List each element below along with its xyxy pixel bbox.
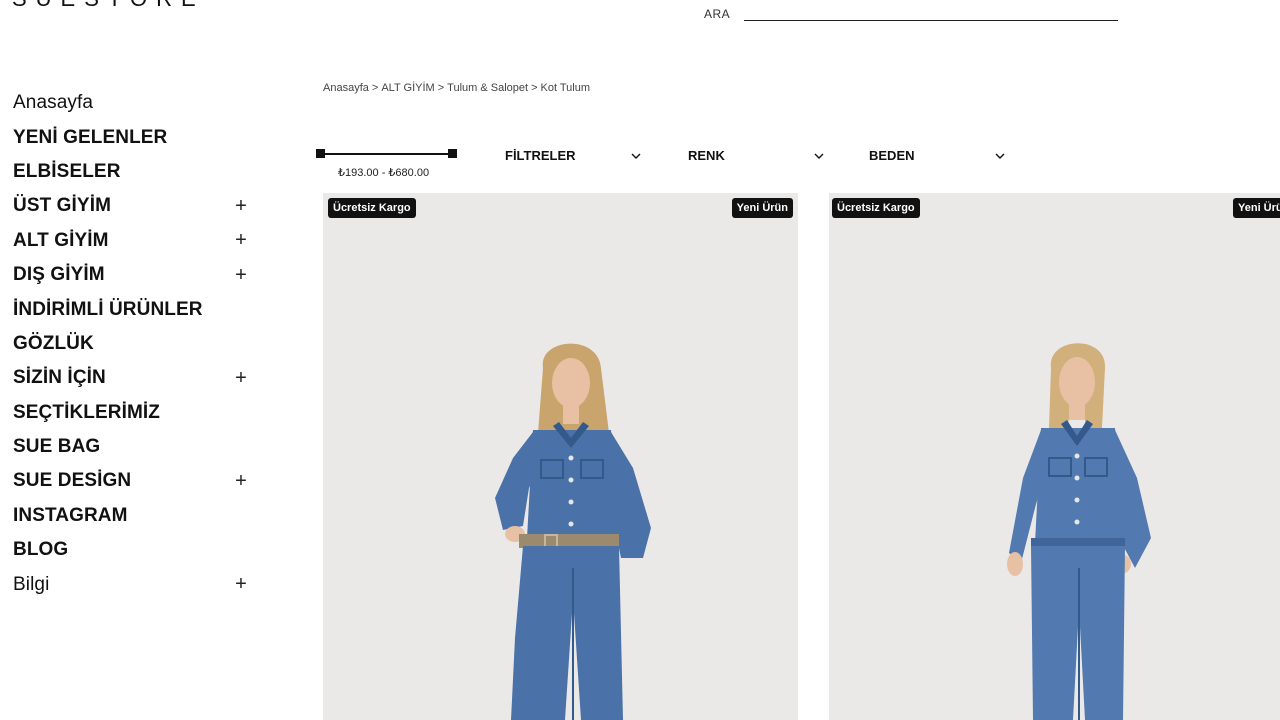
expand-plus-icon[interactable]: +	[233, 264, 249, 287]
new-product-badge: Yeni Ürün	[1233, 198, 1280, 218]
price-max-handle[interactable]	[448, 149, 457, 158]
filter-label: BEDEN	[869, 148, 915, 163]
expand-plus-icon[interactable]: +	[233, 573, 249, 596]
expand-plus-icon[interactable]: +	[233, 470, 249, 493]
sidebar-item-sue-bag[interactable]: SUE BAG	[13, 430, 253, 464]
sidebar-item-label: SEÇTİKLERİMİZ	[13, 401, 160, 423]
breadcrumb-separator: >	[437, 82, 445, 94]
sidebar-item-label: DIŞ GİYİM	[13, 264, 105, 286]
brand-logo[interactable]: SUESTORE	[12, 0, 205, 12]
sidebar-item-anasayfa[interactable]: Anasayfa	[13, 86, 253, 120]
expand-plus-icon[interactable]: +	[233, 367, 249, 390]
sidebar-item-label: ELBİSELER	[13, 160, 121, 182]
sidebar-item-label: İNDİRİMLİ ÜRÜNLER	[13, 298, 203, 320]
breadcrumb-link-tulum-salopet[interactable]: Tulum & Salopet	[447, 82, 528, 94]
product-card[interactable]: Ücretsiz Kargo Yeni Ürün	[323, 193, 798, 720]
sidebar-item-label: Bilgi	[13, 573, 50, 595]
price-range-text: ₺193.00 - ₺680.00	[338, 167, 430, 179]
filter-dropdown-filtreler[interactable]: FİLTRELER	[505, 148, 641, 163]
sidebar-item-indirimli-urunler[interactable]: İNDİRİMLİ ÜRÜNLER	[13, 292, 253, 326]
price-range-slider: ₺193.00 - ₺680.00	[314, 146, 459, 182]
sidebar-item-bilgi[interactable]: Bilgi +	[13, 567, 253, 601]
free-shipping-badge: Ücretsiz Kargo	[328, 198, 416, 218]
breadcrumb-separator: >	[371, 82, 379, 94]
sidebar-item-sue-design[interactable]: SUE DESİGN +	[13, 464, 253, 498]
search-input[interactable]	[744, 9, 1119, 21]
sidebar-item-label: BLOG	[13, 539, 69, 561]
price-min-handle[interactable]	[316, 149, 325, 158]
sidebar-item-yeni-gelenler[interactable]: YENİ GELENLER	[13, 120, 253, 154]
sidebar-item-label: YENİ GELENLER	[13, 126, 168, 148]
search-bar: ARA	[704, 7, 1119, 21]
search-label: ARA	[704, 7, 731, 21]
chevron-down-icon	[814, 153, 824, 159]
product-photo-model	[1007, 343, 1151, 720]
sidebar-item-ust-giyim[interactable]: ÜST GİYİM +	[13, 189, 253, 223]
filter-label: FİLTRELER	[505, 148, 576, 163]
sidebar-item-alt-giyim[interactable]: ALT GİYİM +	[13, 224, 253, 258]
sidebar-item-label: ALT GİYİM	[13, 229, 109, 251]
sidebar-nav: Anasayfa YENİ GELENLER ELBİSELER ÜST GİY…	[13, 86, 253, 602]
sidebar-item-blog[interactable]: BLOG	[13, 533, 253, 567]
sidebar-item-label: SİZİN İÇİN	[13, 367, 106, 389]
sidebar-item-gozluk[interactable]: GÖZLÜK	[13, 327, 253, 361]
filter-dropdown-beden[interactable]: BEDEN	[869, 148, 1005, 163]
expand-plus-icon[interactable]: +	[233, 195, 249, 218]
sidebar-item-dis-giyim[interactable]: DIŞ GİYİM +	[13, 258, 253, 292]
sidebar-item-sizin-icin[interactable]: SİZİN İÇİN +	[13, 361, 253, 395]
sidebar-item-label: SUE BAG	[13, 436, 101, 458]
sidebar-item-instagram[interactable]: INSTAGRAM	[13, 499, 253, 533]
filter-label: RENK	[688, 148, 725, 163]
free-shipping-badge: Ücretsiz Kargo	[832, 198, 920, 218]
breadcrumb-separator: >	[531, 82, 538, 94]
sidebar-item-label: Anasayfa	[13, 92, 94, 114]
chevron-down-icon	[995, 153, 1005, 159]
chevron-down-icon	[631, 153, 641, 159]
sidebar-item-label: INSTAGRAM	[13, 504, 128, 526]
breadcrumb-link-anasayfa[interactable]: Anasayfa	[323, 82, 369, 94]
filter-dropdown-renk[interactable]: RENK	[688, 148, 824, 163]
new-product-badge: Yeni Ürün	[731, 198, 793, 218]
expand-plus-icon[interactable]: +	[233, 229, 249, 252]
sidebar-item-label: GÖZLÜK	[13, 332, 94, 354]
product-card[interactable]: Ücretsiz Kargo Yeni Ürün	[829, 193, 1280, 720]
sidebar-item-elbiseler[interactable]: ELBİSELER	[13, 155, 253, 189]
product-photo-model	[495, 343, 651, 720]
sidebar-item-sectiklerimiz[interactable]: SEÇTİKLERİMİZ	[13, 396, 253, 430]
breadcrumb: Anasayfa > ALT GİYİM > Tulum & Salopet > Kot T…	[323, 82, 590, 94]
breadcrumb-link-alt-giyim[interactable]: ALT GİYİM	[381, 82, 434, 94]
breadcrumb-current: Kot Tulum	[540, 82, 591, 94]
sidebar-item-label: SUE DESİGN	[13, 470, 132, 492]
price-slider-track[interactable]	[319, 153, 453, 155]
sidebar-item-label: ÜST GİYİM	[13, 195, 112, 217]
